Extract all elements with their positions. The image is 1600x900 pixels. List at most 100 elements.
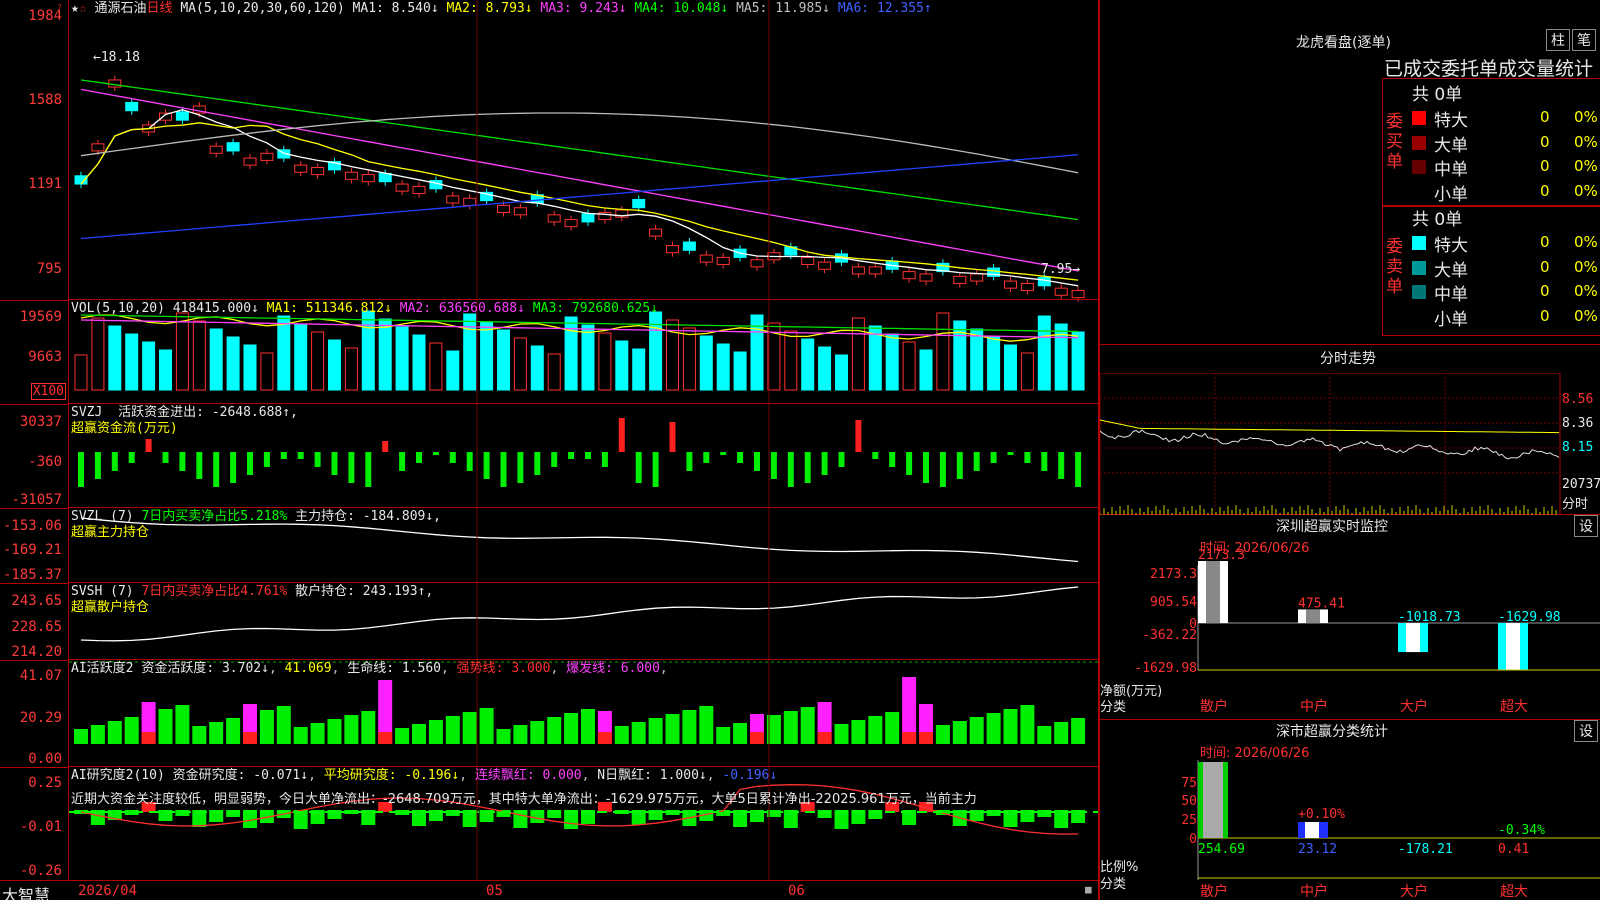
monitor-cat-label: 散户 [1200,698,1228,715]
svsh-tick: 214.20 [11,645,62,659]
classify-tick: 25 [1181,813,1197,828]
sell-row-name: 大单 [1434,256,1468,281]
high-price-mark: ←18.18 [93,50,140,65]
ai2-panel[interactable]: AI研究度2(10) 资金研究度: -0.071↓, 平均研究度: -0.196… [69,767,1098,880]
svzj-axis: 30337 -360 -31057 [0,404,69,508]
vol-panel[interactable]: VOL(5,10,20) 418415.000↓ MA1: 511346.812… [69,300,1098,404]
svsh-label: SVSH (7) [71,584,134,599]
buy-row-name: 大单 [1434,131,1468,156]
buy-side-label: 委买单 [1386,112,1406,172]
ai2-label: AI研究度2(10) [71,768,165,783]
svsh-panel[interactable]: SVSH (7) 7日内买卖净占比4.761% 散户持仓: 243.193↑, … [69,583,1098,660]
svsh-tick: 228.65 [11,620,62,634]
fenshi-tick: 8.56 [1562,392,1593,407]
svzj-panel[interactable]: SVZJ 活跃资金进出: -2648.688↑, 超赢资金流(万元) [69,404,1098,508]
lock-icon[interactable]: ■ [1085,883,1092,896]
monitor-panel[interactable]: 深圳超赢实时监控 设 时间: 2026/06/26 2173.3 905.54 0-… [1100,515,1600,720]
ma6-value: MA6: 12.355↑ [838,1,932,16]
sell-row-value: 0 [1540,282,1550,300]
monitor-bar-shade [1406,623,1420,652]
monitor-cat-label: 中户 [1300,698,1328,715]
ma3-value: MA3: 9.243↓ [540,1,626,16]
sell-swatch [1412,310,1426,324]
monitor-bar-label: 2173.3 [1198,548,1245,563]
lhb-bar-button[interactable]: 柱 [1546,29,1570,51]
date-start: 2026/04 [78,883,137,899]
ai1-value: 资金活跃度: 3.702↓ [141,661,269,676]
month-06: 06 [788,883,805,899]
ma4-value: MA4: 10.048↓ [634,1,728,16]
vol-label: VOL(5,10,20) [71,301,165,316]
buy-swatch [1412,160,1426,174]
classify-tick: 0 [1189,832,1197,847]
buy-total: 共 0单 [1412,80,1462,105]
svzl-tick: -169.21 [3,543,62,557]
svzl-panel[interactable]: SVZL (7) 7日内买卖净占比5.218% 主力持仓: -184.809↓,… [69,508,1098,583]
svzj-header: SVZJ 活跃资金进出: -2648.688↑, 超赢资金流(万元) [71,405,298,437]
ai1-burst: 爆发线: 6.000 [566,661,660,676]
ma1-value: MA1: 8.540↓ [353,1,439,16]
ai1-v2: 41.069 [285,661,332,676]
classify-tick: 75 [1181,776,1197,791]
price-tick: 1588 [28,93,62,107]
lhb-tick-button[interactable]: 笔 [1572,29,1596,51]
ma2-value: MA2: 8.793↓ [446,1,532,16]
kline-header: ★☆ 通源石油日线 MA(5,10,20,30,60,120) MA1: 8.5… [71,1,932,17]
ma5-value: MA5: 11.985↓ [736,1,830,16]
classify-chart: 7550250254.69散户23.12+0.10%中户-178.21大户0.4… [1100,720,1600,900]
ai2-tick: -0.26 [20,864,62,878]
ai1-tick: 41.07 [20,669,62,683]
buy-swatch [1412,136,1426,150]
classify-value: 0.41 [1498,842,1529,857]
sell-row-pct: 0% [1574,307,1598,325]
monitor-tick: -362.22 [1142,628,1197,643]
ai1-label: AI活跃度2 [71,661,133,676]
brand-label: 大智慧 [2,882,50,900]
sell-row-pct: 0% [1574,282,1598,300]
classify-pct: +0.10% [1298,807,1345,822]
ai2-red1: 连续飘红: 0.000 [475,768,582,783]
ai2-tick: 0.25 [28,776,62,790]
ai2-v: -0.196↓ [722,768,777,783]
sell-swatch [1412,236,1426,250]
ai2-avg: 平均研究度: -0.196↓ [324,768,459,783]
sell-row-pct: 0% [1574,233,1598,251]
ai2-value: 资金研究度: -0.071↓ [173,768,308,783]
classify-cat-label: 散户 [1200,883,1228,900]
month-05: 05 [486,883,503,899]
vol-tick: 9663 [28,350,62,364]
monitor-tick: -1629.98 [1134,661,1197,676]
classify-pct: -0.34% [1498,823,1545,838]
ai1-tick: 20.29 [20,711,62,725]
monitor-bar-shade [1506,623,1520,670]
ai2-comment: 近期大资金关注度较低，明显弱势，今日大单净流出：-2648.709万元，其中特大… [71,788,1097,807]
buy-row-value: 0 [1540,133,1550,151]
classify-panel[interactable]: 深市超赢分类统计 设 时间: 2026/06/26 75 50 25 0 254.69 散… [1100,720,1600,900]
ai1-axis: 41.07 20.29 0.00 [0,660,69,767]
fenshi-tick: 8.15 [1562,440,1593,455]
ai1-panel[interactable]: AI活跃度2 资金活跃度: 3.702↓, 41.069, 生命线: 1.560… [69,660,1098,767]
classify-cat-label: 大户 [1400,883,1428,900]
svsh-axis: 243.65 228.65 214.20 [0,583,69,660]
ma-params: MA(5,10,20,30,60,120) [180,1,344,16]
vol-header: VOL(5,10,20) 418415.000↓ MA1: 511346.812… [71,301,658,317]
price-axis: 1984 1588 1191 795 ⁷ [0,0,69,300]
classify-value: -178.21 [1398,842,1453,857]
fenshi-tick: 8.36 [1562,416,1593,431]
lhb-section-title: 已成交委托单成交量统计 [1384,54,1593,81]
buy-row-name: 小单 [1434,180,1468,205]
lhb-panel: 龙虎看盘(逐单) 柱 笔 已成交委托单成交量统计 委买单 共 0单 委卖单 共 … [1100,0,1600,345]
monitor-tick: 2173.3 [1150,567,1197,582]
svzl-tick: -185.37 [3,568,62,582]
vol-unit-button[interactable]: X100 [31,383,66,400]
svzj-label: SVZJ [71,405,102,420]
monitor-xlabel: 分类 [1100,696,1126,715]
svzj-tick: -31057 [11,493,62,507]
kline-panel[interactable]: ★☆ 通源石油日线 MA(5,10,20,30,60,120) MA1: 8.5… [69,0,1098,300]
classify-cat-label: 中户 [1300,883,1328,900]
monitor-tick: 905.54 [1150,595,1197,610]
vol-ma2: MA2: 636560.688↓ [400,301,525,316]
svzl-label: SVZL (7) [71,509,134,524]
ai2-axis: 0.25 -0.01 -0.26 [0,767,69,880]
fenshi-panel[interactable]: 分时走势 8.56 8.36 8.15 20737 分时 [1100,345,1600,515]
